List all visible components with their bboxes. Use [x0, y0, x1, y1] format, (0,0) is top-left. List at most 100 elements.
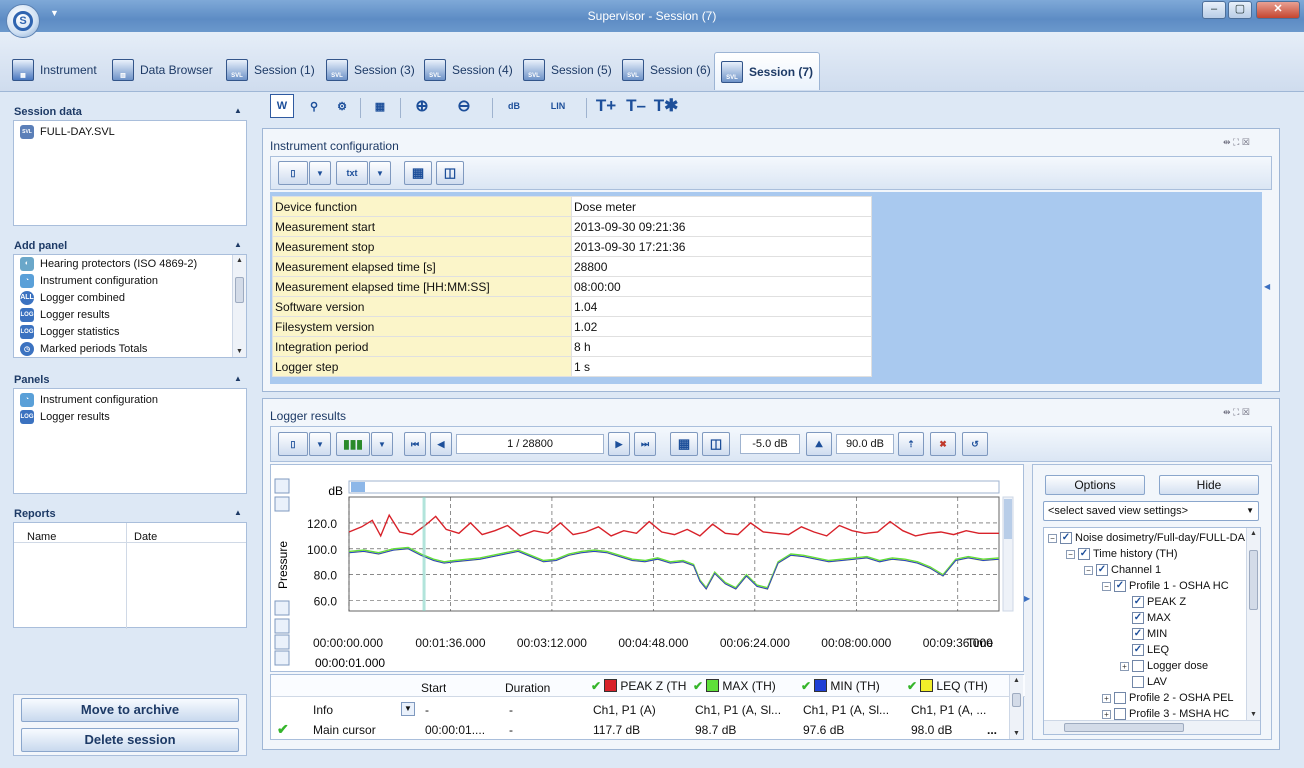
list-item[interactable]: SVL FULL-DAY.SVL	[14, 123, 246, 140]
info-dropdown-icon[interactable]: ▼	[401, 702, 415, 716]
step-mode-icon[interactable]	[274, 618, 290, 634]
tree-checkbox[interactable]: ✓	[1114, 580, 1126, 592]
scroll-thumb[interactable]	[235, 277, 244, 303]
col-max[interactable]: ✔ MAX (TH)	[693, 679, 799, 693]
frame-icon[interactable]	[274, 634, 290, 650]
collapse-node-icon[interactable]: −	[1066, 549, 1075, 559]
column-name[interactable]: Name	[27, 531, 56, 543]
txt-export-button[interactable]: txt	[336, 161, 368, 185]
search-icon[interactable]: ⚲	[302, 94, 326, 118]
tree-checkbox[interactable]: ✓	[1096, 564, 1108, 576]
config-row[interactable]: Measurement elapsed time [HH:MM:SS] 08:00…	[272, 276, 872, 297]
col-min[interactable]: ✔ MIN (TH)	[801, 679, 907, 693]
list-item[interactable]: ◔ Instrument configuration	[14, 391, 246, 408]
more-columns-button[interactable]: ...	[987, 723, 997, 737]
minimize-button[interactable]: –	[1202, 1, 1226, 19]
config-row[interactable]: Measurement elapsed time [s] 28800	[272, 256, 872, 277]
col-leq[interactable]: ✔ LEQ (TH)	[907, 679, 1013, 693]
move-to-archive-button[interactable]: Move to archive	[21, 698, 239, 722]
collapse-icon[interactable]: ▲	[234, 106, 242, 115]
tree-checkbox[interactable]: ✓	[1078, 548, 1090, 560]
chart-type-dropdown-icon[interactable]: ▼	[371, 432, 393, 456]
tab-session-3[interactable]: SVL Session (3)	[320, 54, 421, 86]
list-item[interactable]: ◐ Hearing protectors (ISO 4869-2)	[14, 255, 246, 272]
scroll-thumb[interactable]	[1249, 550, 1258, 610]
collapse-node-icon[interactable]: −	[1084, 565, 1093, 575]
info-view-button[interactable]: ▯	[278, 161, 308, 185]
config-row[interactable]: Measurement start 2013-09-30 09:21:36	[272, 216, 872, 237]
tree-node[interactable]: + Logger dose	[1120, 658, 1208, 674]
options-button[interactable]: Options	[1045, 475, 1145, 495]
column-date[interactable]: Date	[134, 531, 157, 543]
col-peak-z[interactable]: ✔ PEAK Z (TH	[591, 679, 691, 693]
tab-session-1[interactable]: SVL Session (1)	[220, 54, 321, 86]
db-scale-icon[interactable]: dB	[502, 94, 526, 118]
info-view-dropdown-icon[interactable]: ▼	[309, 161, 331, 185]
table-export-icon[interactable]: ▦	[368, 94, 392, 118]
fit-y-icon[interactable]	[274, 496, 290, 512]
tree-node[interactable]: − ✓ Channel 1	[1084, 562, 1161, 578]
tree-checkbox[interactable]	[1114, 692, 1126, 704]
tab-session-7[interactable]: SVL Session (7)	[714, 52, 821, 90]
list-item[interactable]: LOG Logger results	[14, 408, 246, 425]
maximize-button[interactable]: ▢	[1228, 1, 1252, 19]
tree-node[interactable]: ✓ PEAK Z	[1132, 594, 1186, 610]
close-button[interactable]: ✕	[1256, 1, 1300, 19]
info-view-dropdown-icon[interactable]: ▼	[309, 432, 331, 456]
config-row[interactable]: Integration period 8 h	[272, 336, 872, 357]
col-duration[interactable]: Duration	[505, 681, 550, 695]
first-record-icon[interactable]: ⏮	[404, 432, 426, 456]
scroll-thumb[interactable]	[1064, 723, 1184, 732]
application-menu-button[interactable]: S	[6, 4, 40, 38]
scroll-down-icon[interactable]: ▼	[233, 348, 246, 355]
collapse-node-icon[interactable]: −	[1048, 533, 1057, 543]
chart-overview-strip[interactable]	[348, 480, 1000, 494]
config-row[interactable]: Software version 1.04	[272, 296, 872, 317]
grid-scrollbar[interactable]: ▲ ▼	[1009, 675, 1023, 739]
zoom-y-icon[interactable]	[274, 478, 290, 494]
list-item[interactable]: LOG Logger results	[14, 306, 246, 323]
collapse-icon[interactable]: ▲	[234, 508, 242, 517]
expand-node-icon[interactable]: +	[1102, 693, 1111, 703]
zoom-out-icon[interactable]: ⊖	[452, 94, 476, 118]
layout-split-button[interactable]: ◫	[702, 432, 730, 456]
expand-right-icon[interactable]: ▶	[1024, 594, 1030, 603]
layout-grid-button[interactable]: ▦	[670, 432, 698, 456]
tree-node[interactable]: − ✓ Noise dosimetry/Full-day/FULL-DA	[1048, 530, 1245, 546]
tree-checkbox[interactable]: ✓	[1060, 532, 1072, 544]
last-record-icon[interactable]: ⏭	[634, 432, 656, 456]
tree-node[interactable]: ✓ LEQ	[1132, 642, 1169, 658]
scroll-up-icon[interactable]: ▲	[1010, 677, 1023, 684]
auto-range-icon[interactable]: ⛰	[806, 432, 832, 456]
add-panel-scrollbar[interactable]: ▲ ▼	[232, 255, 246, 357]
settings-search-icon[interactable]: ⚙	[330, 94, 354, 118]
panel-window-controls[interactable]: ⇹ ⛶ ☒	[1223, 407, 1250, 418]
list-item[interactable]: ALL Logger combined	[14, 289, 246, 306]
collapse-node-icon[interactable]: −	[1102, 581, 1111, 591]
range-low-field[interactable]: -5.0 dB	[740, 434, 800, 454]
scale-reset-icon[interactable]: ✖	[930, 432, 956, 456]
tab-data-browser[interactable]: ▥ Data Browser	[106, 54, 219, 86]
tree-checkbox[interactable]: ✓	[1132, 596, 1144, 608]
scale-restore-icon[interactable]: ↺	[962, 432, 988, 456]
tree-vscrollbar[interactable]: ▲ ▼	[1246, 528, 1260, 720]
text-increase-icon[interactable]: T+	[594, 94, 618, 118]
scroll-down-icon[interactable]: ▼	[1247, 711, 1260, 718]
text-reset-icon[interactable]: T✱	[654, 94, 679, 118]
overview-window[interactable]	[351, 482, 365, 492]
tab-instrument[interactable]: ▦ Instrument	[6, 54, 103, 86]
tab-session-6[interactable]: SVL Session (6)	[616, 54, 717, 86]
tree-checkbox[interactable]	[1132, 676, 1144, 688]
collapse-icon[interactable]: ▲	[234, 240, 242, 249]
expand-left-icon[interactable]: ◀	[1264, 282, 1270, 291]
tab-session-5[interactable]: SVL Session (5)	[517, 54, 618, 86]
word-report-icon[interactable]: W	[270, 94, 294, 118]
zoom-in-icon[interactable]: ⊕	[410, 94, 434, 118]
config-row[interactable]: Device function Dose meter	[272, 196, 872, 217]
scale-fit-icon[interactable]: ⇡	[898, 432, 924, 456]
delete-session-button[interactable]: Delete session	[21, 728, 239, 752]
previous-record-icon[interactable]: ◀	[430, 432, 452, 456]
collapse-icon[interactable]: ▲	[234, 374, 242, 383]
tree-checkbox[interactable]: ✓	[1132, 628, 1144, 640]
fit-x-icon[interactable]	[274, 600, 290, 616]
